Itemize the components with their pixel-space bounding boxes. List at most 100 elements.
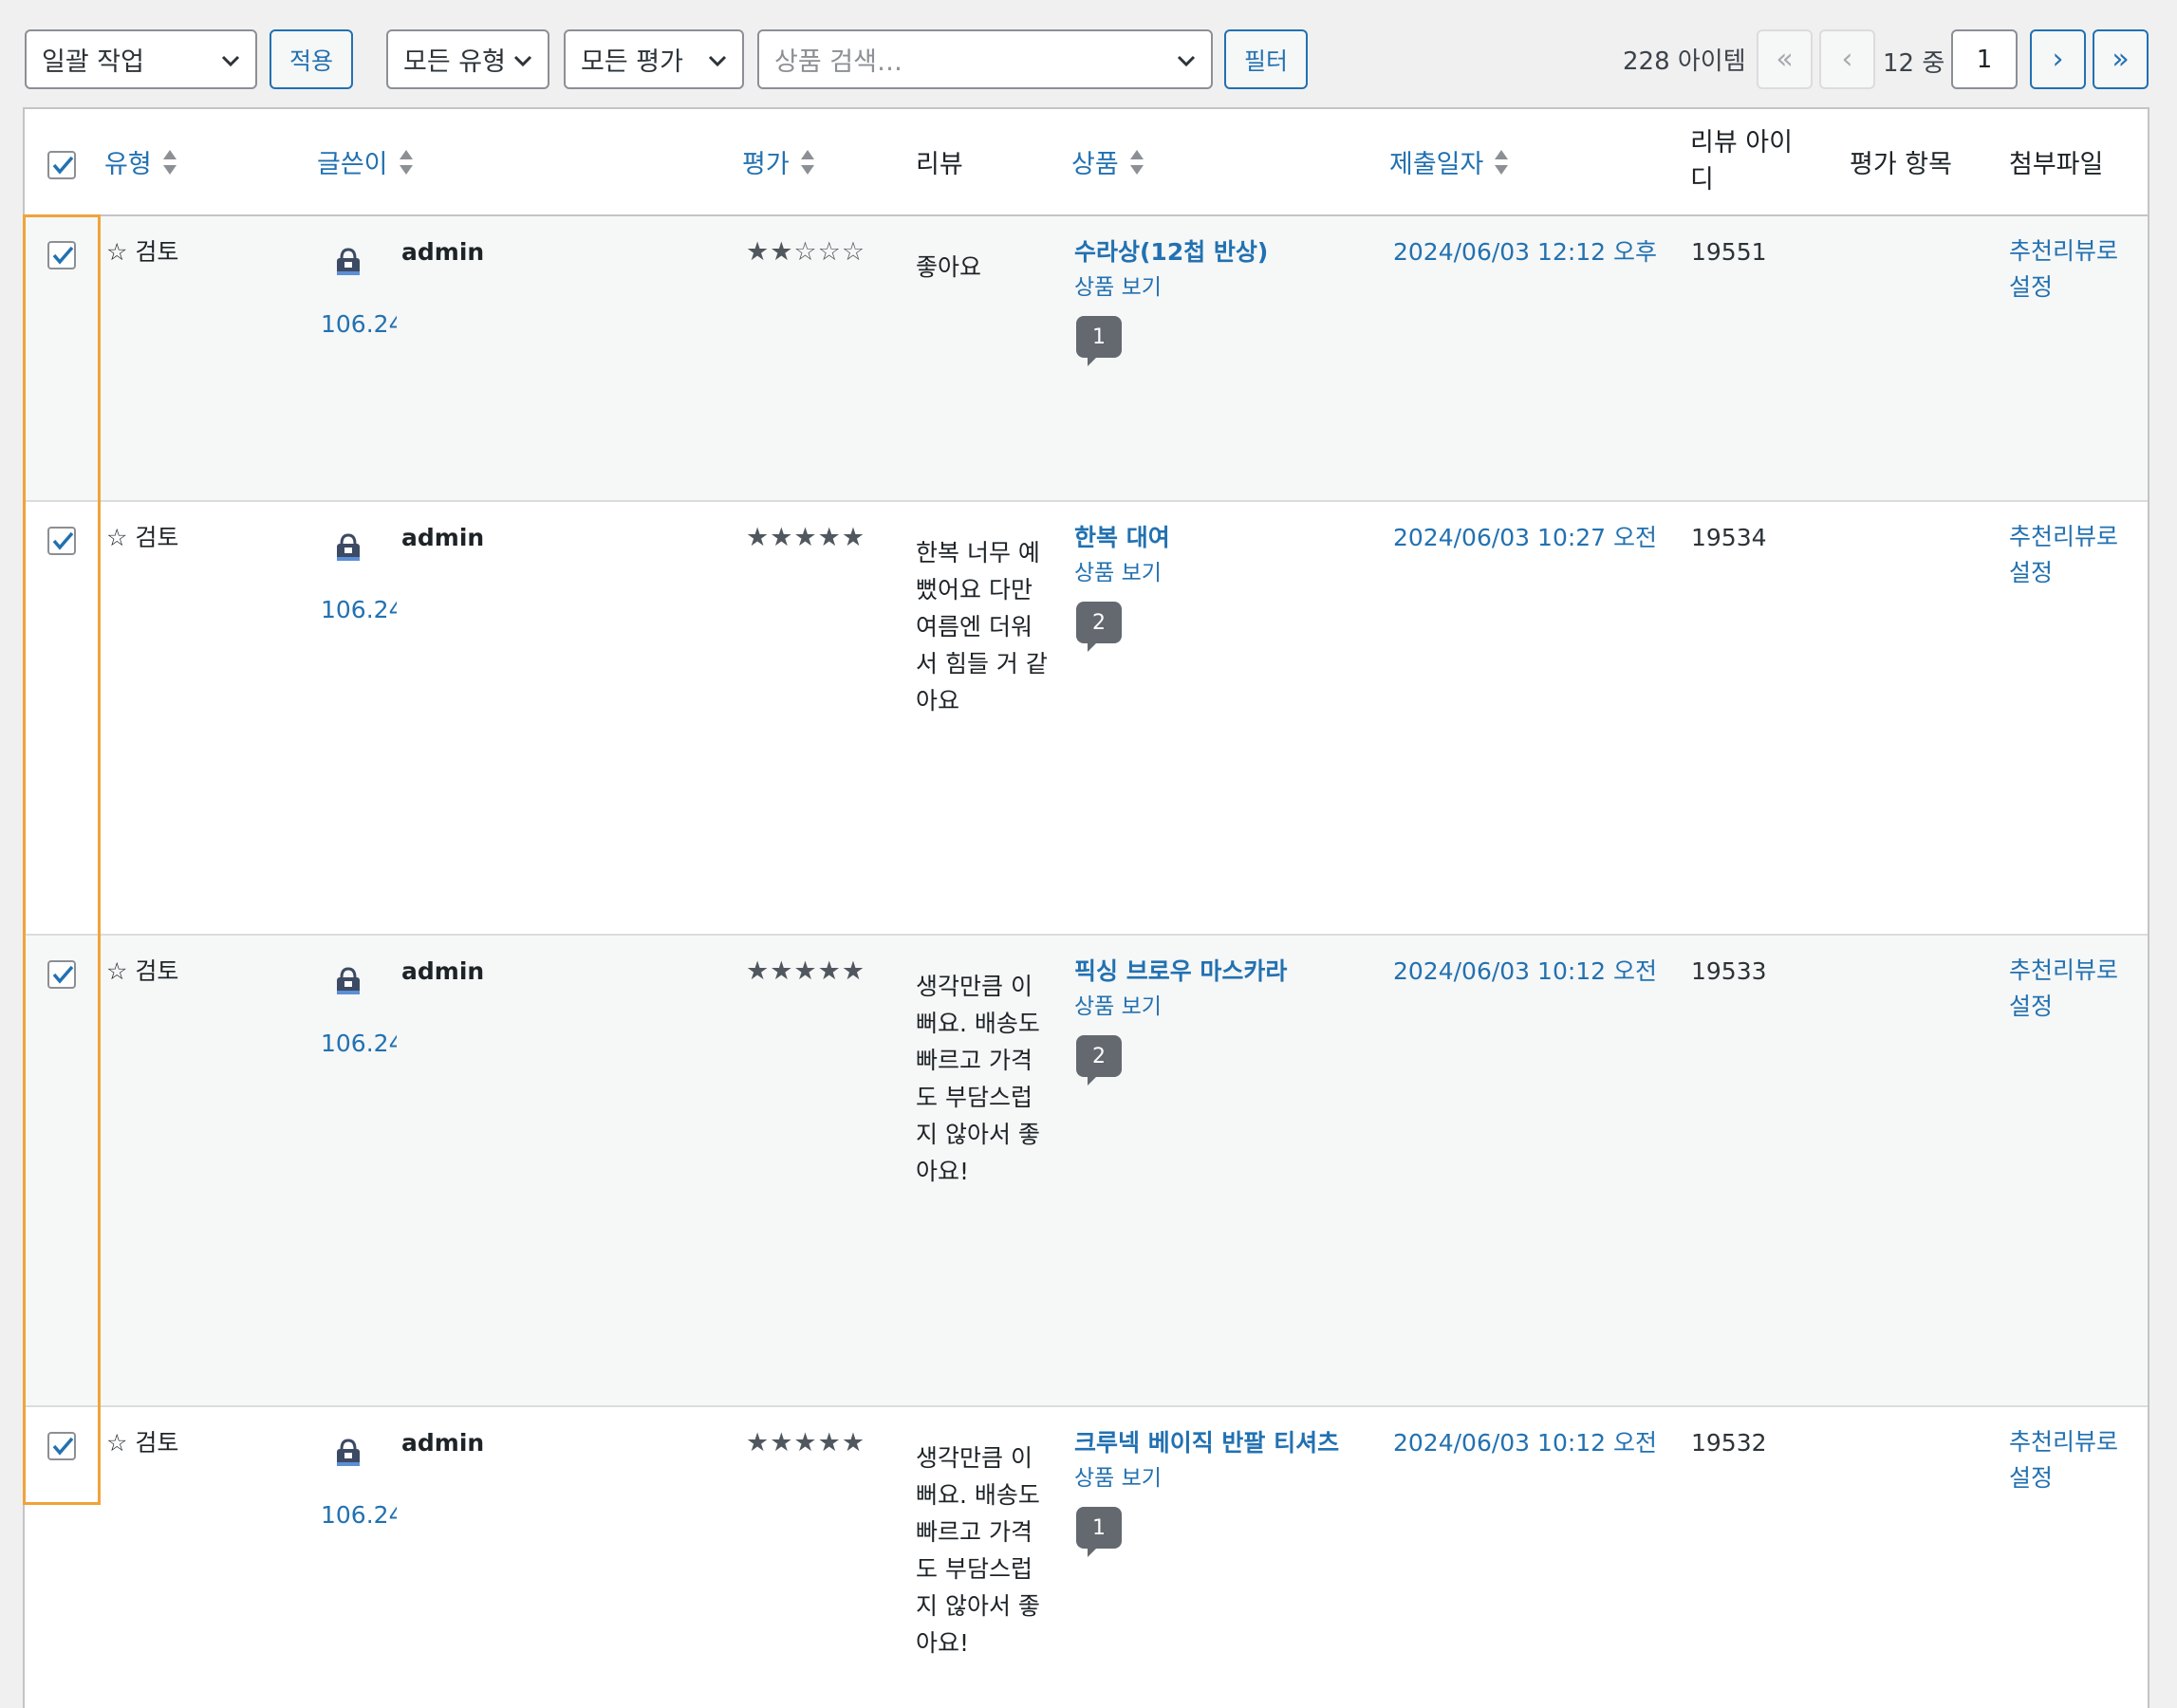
set-featured-line1: 추천리뷰로 [2009, 1428, 2119, 1456]
set-featured-line1: 추천리뷰로 [2009, 523, 2119, 550]
rating-stars: ★★☆☆☆ [746, 237, 866, 267]
view-product-link[interactable]: 상품 보기 [1074, 989, 1162, 1026]
set-featured-line2: 설정 [2009, 559, 2054, 586]
apply-button[interactable]: 적용 [270, 29, 353, 89]
set-featured-review-link[interactable]: 추천리뷰로 설정 [2009, 519, 2132, 591]
product-link[interactable]: 한복 대여 [1074, 519, 1170, 556]
author-ip-link[interactable]: 106.24 [321, 1496, 397, 1533]
product-link[interactable]: 픽싱 브로우 마스카라 [1074, 953, 1287, 990]
column-rating-label: 평가 [742, 150, 790, 179]
rating-filter-value: 모든 평가 [581, 47, 683, 77]
chevron-down-icon [513, 55, 532, 67]
set-featured-review-link[interactable]: 추천리뷰로 설정 [2009, 1424, 2132, 1496]
column-product[interactable]: 상품 [1071, 143, 1145, 180]
author-ip-link[interactable]: 106.24 [321, 1025, 397, 1062]
filter-button[interactable]: 필터 [1224, 29, 1308, 89]
view-product-link[interactable]: 상품 보기 [1074, 555, 1162, 592]
review-text: 생각만큼 이뻐요. 배송도 빠르고 가격도 부담스럽지 않아서 좋아요! [916, 1444, 1040, 1657]
rating-stars: ★★★★★ [746, 956, 866, 986]
author-name: admin [401, 1429, 485, 1457]
view-product-link[interactable]: 상품 보기 [1074, 1460, 1162, 1497]
total-pages: 12 [1883, 49, 1915, 78]
first-page-button[interactable]: « [1757, 29, 1813, 89]
set-featured-review-link[interactable]: 추천리뷰로 설정 [2009, 233, 2132, 306]
table-row: ☆ 검토 admin 106.24 ★★★★★ 생각만큼 이뻐요. 배송도 빠르… [25, 1407, 2148, 1708]
current-page-input[interactable]: 1 [1951, 29, 2018, 89]
select-all-checkbox[interactable] [47, 151, 76, 179]
column-review-id-line1: 리뷰 아이 [1690, 128, 1793, 158]
review-type: ☆ 검토 [106, 238, 179, 266]
column-attachment: 첨부파일 [2009, 150, 2104, 179]
comment-count-badge[interactable]: 1 [1076, 1507, 1122, 1557]
chevron-down-icon [1177, 55, 1196, 67]
product-link[interactable]: 수라상(12첩 반상) [1074, 233, 1268, 270]
bulk-action-value: 일괄 작업 [42, 47, 144, 77]
review-text: 생각만큼 이뻐요. 배송도 빠르고 가격도 부담스럽지 않아서 좋아요! [916, 973, 1040, 1185]
comment-count-badge[interactable]: 2 [1076, 1035, 1122, 1086]
review-type: ☆ 검토 [106, 1429, 179, 1457]
sort-icon [162, 149, 177, 175]
author-ip-link[interactable]: 106.24 [321, 591, 397, 628]
column-submitted-label: 제출일자 [1389, 150, 1484, 179]
submitted-date-link[interactable]: 2024/06/03 10:27 오전 [1393, 519, 1657, 556]
review-type: ☆ 검토 [106, 957, 179, 985]
column-review-id-line2: 디 [1690, 165, 1714, 195]
table-header: 유형 글쓴이 평가 리뷰 상품 제출일자 리뷰 아이 디 평가 항목 첨부파일 [25, 109, 2148, 216]
column-type-label: 유형 [104, 150, 152, 179]
type-filter-select[interactable]: 모든 유형 [386, 29, 549, 89]
review-id: 19534 [1691, 524, 1767, 551]
column-product-label: 상품 [1071, 150, 1119, 179]
checkbox-column-highlight [23, 214, 101, 1505]
comment-count-badge[interactable]: 2 [1076, 602, 1122, 652]
review-text: 좋아요 [916, 253, 982, 281]
author-ip-link[interactable]: 106.24 [321, 306, 397, 343]
view-product-link[interactable]: 상품 보기 [1074, 269, 1162, 306]
last-page-button[interactable]: » [2093, 29, 2149, 89]
column-author-label: 글쓴이 [317, 150, 388, 179]
set-featured-line2: 설정 [2009, 993, 2054, 1020]
submitted-date-link[interactable]: 2024/06/03 10:12 오전 [1393, 953, 1657, 990]
checkmark-icon [52, 156, 74, 175]
rating-stars: ★★★★★ [746, 523, 866, 552]
submitted-date-link[interactable]: 2024/06/03 12:12 오후 [1393, 233, 1657, 270]
set-featured-line1: 추천리뷰로 [2009, 956, 2119, 984]
author-name: admin [401, 238, 485, 266]
column-rating[interactable]: 평가 [742, 143, 816, 180]
column-type[interactable]: 유형 [104, 143, 178, 180]
table-row: ☆ 검토 admin 106.24 ★★★★★ 한복 너무 예뻤어요 다만 여름… [25, 502, 2148, 936]
type-filter-value: 모든 유형 [403, 47, 506, 77]
sort-icon [800, 149, 814, 175]
product-link[interactable]: 크루넥 베이직 반팔 티셔츠 [1074, 1424, 1339, 1461]
sort-icon [1495, 149, 1509, 175]
product-search-select[interactable]: 상품 검색… [757, 29, 1213, 89]
submitted-date-link[interactable]: 2024/06/03 10:12 오전 [1393, 1424, 1657, 1461]
avatar-icon [337, 967, 360, 994]
author-name: admin [401, 524, 485, 551]
table-row: ☆ 검토 admin 106.24 ★★★★★ 생각만큼 이뻐요. 배송도 빠르… [25, 936, 2148, 1407]
rating-stars: ★★★★★ [746, 1428, 866, 1457]
rating-filter-select[interactable]: 모든 평가 [564, 29, 744, 89]
next-page-button[interactable]: › [2030, 29, 2086, 89]
table-row: ☆ 검토 admin 106.24 ★★☆☆☆ 좋아요 수라상(12첩 반상) … [25, 216, 2148, 502]
author-name: admin [401, 957, 485, 985]
set-featured-line2: 설정 [2009, 273, 2054, 301]
product-search-placeholder: 상품 검색… [774, 47, 902, 77]
column-rating-items: 평가 항목 [1850, 150, 1952, 179]
page-indicator: 12 중 [1883, 44, 1944, 79]
sort-icon [1129, 149, 1144, 175]
page-of-label: 중 [1922, 49, 1945, 78]
prev-page-button[interactable]: ‹ [1819, 29, 1875, 89]
review-id: 19551 [1691, 238, 1767, 266]
column-submitted[interactable]: 제출일자 [1389, 143, 1510, 180]
review-type: ☆ 검토 [106, 524, 179, 551]
reviews-table: 유형 글쓴이 평가 리뷰 상품 제출일자 리뷰 아이 디 평가 항목 첨부파일 [23, 107, 2149, 1708]
avatar-icon [337, 533, 360, 561]
set-featured-line1: 추천리뷰로 [2009, 237, 2119, 265]
column-author[interactable]: 글쓴이 [317, 143, 415, 180]
bulk-action-select[interactable]: 일괄 작업 [25, 29, 257, 89]
set-featured-line2: 설정 [2009, 1464, 2054, 1492]
chevron-down-icon [708, 55, 727, 67]
comment-count-badge[interactable]: 1 [1076, 316, 1122, 366]
set-featured-review-link[interactable]: 추천리뷰로 설정 [2009, 953, 2132, 1025]
column-review: 리뷰 [916, 150, 963, 179]
